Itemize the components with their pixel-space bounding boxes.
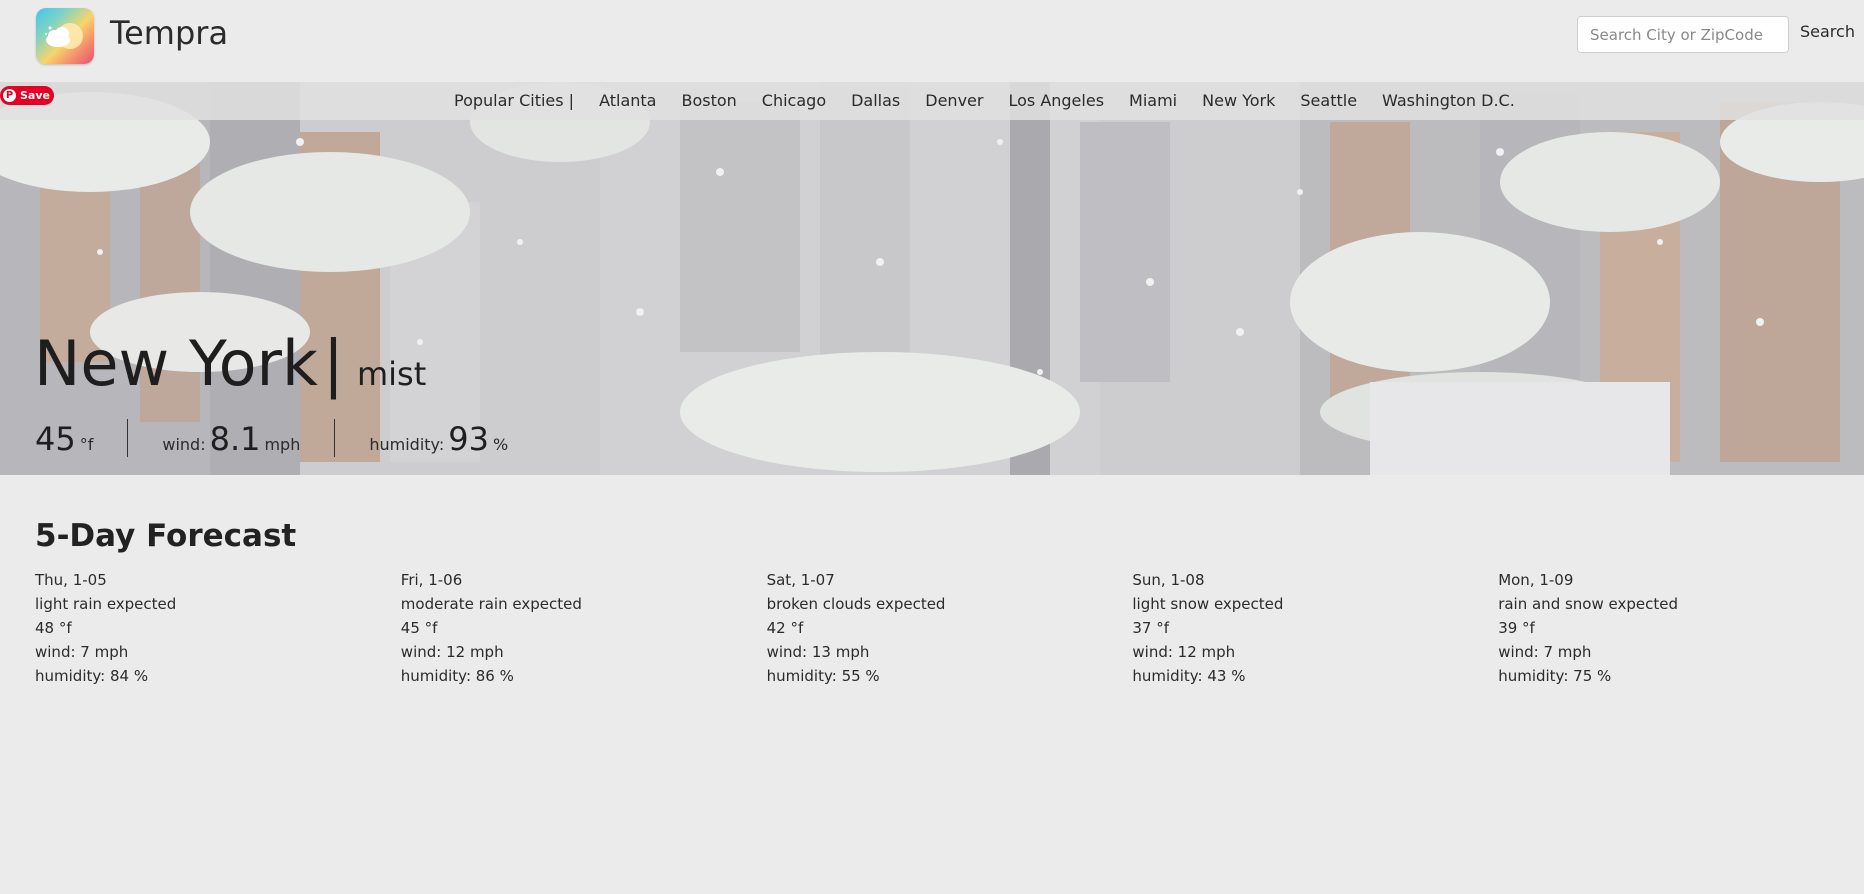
temperature-value: 45 <box>35 420 76 458</box>
wind-label: wind: <box>162 435 206 454</box>
forecast-day: Sun, 1-08 light snow expected 37 °f wind… <box>1132 568 1498 688</box>
forecast-humidity: humidity: 55 % <box>766 667 880 685</box>
forecast-grid: Thu, 1-05 light rain expected 48 °f wind… <box>35 568 1864 688</box>
current-humidity: humidity: 93 % <box>365 420 512 458</box>
humidity-label: humidity: <box>369 435 445 454</box>
popular-cities-nav: Popular Cities | Atlanta Boston Chicago … <box>0 82 1864 120</box>
forecast-date: Fri, 1-06 <box>400 571 463 589</box>
stat-divider <box>127 419 129 457</box>
forecast-title: 5-Day Forecast <box>35 518 297 554</box>
forecast-wind: wind: 7 mph <box>35 643 129 661</box>
forecast-humidity: humidity: 84 % <box>35 667 149 685</box>
nav-city-chicago[interactable]: Chicago <box>762 91 826 110</box>
forecast-wind: wind: 7 mph <box>1498 643 1592 661</box>
forecast-description: moderate rain expected <box>400 595 582 613</box>
forecast-description: rain and snow expected <box>1498 595 1678 613</box>
forecast-date: Thu, 1-05 <box>35 571 107 589</box>
forecast-description: broken clouds expected <box>766 595 946 613</box>
nav-city-new-york[interactable]: New York <box>1202 91 1275 110</box>
forecast-description: light snow expected <box>1132 595 1284 613</box>
nav-city-los-angeles[interactable]: Los Angeles <box>1008 91 1104 110</box>
forecast-day: Sat, 1-07 broken clouds expected 42 °f w… <box>767 568 1133 688</box>
forecast-day: Fri, 1-06 moderate rain expected 45 °f w… <box>401 568 767 688</box>
current-stats: 45 °f wind: 8.1 mph humidity: 93 % <box>35 418 512 458</box>
humidity-value: 93 <box>448 420 489 458</box>
forecast-temperature: 39 °f <box>1498 619 1535 637</box>
wind-unit: mph <box>264 435 301 454</box>
forecast-day: Thu, 1-05 light rain expected 48 °f wind… <box>35 568 401 688</box>
current-temperature: 45 °f <box>35 420 97 458</box>
current-city-heading: New York | mist <box>34 327 426 400</box>
pinterest-save-button[interactable]: P Save <box>0 86 54 105</box>
nav-city-denver[interactable]: Denver <box>925 91 983 110</box>
site-header: Tempra Search <box>0 0 1864 82</box>
sun-cloud-logo-icon[interactable] <box>36 8 94 64</box>
forecast-temperature: 48 °f <box>35 619 72 637</box>
city-name: New York <box>34 327 318 400</box>
forecast-humidity: humidity: 43 % <box>1132 667 1246 685</box>
nav-city-dallas[interactable]: Dallas <box>851 91 900 110</box>
forecast-day: Mon, 1-09 rain and snow expected 39 °f w… <box>1498 568 1864 688</box>
search-input[interactable] <box>1577 16 1789 53</box>
nav-city-washington-dc[interactable]: Washington D.C. <box>1382 91 1515 110</box>
temperature-unit: °f <box>79 435 94 454</box>
nav-city-atlanta[interactable]: Atlanta <box>599 91 656 110</box>
forecast-wind: wind: 13 mph <box>766 643 870 661</box>
forecast-description: light rain expected <box>35 595 177 613</box>
wind-value: 8.1 <box>209 420 261 458</box>
nav-city-seattle[interactable]: Seattle <box>1300 91 1357 110</box>
current-wind: wind: 8.1 mph <box>158 420 304 458</box>
forecast-temperature: 42 °f <box>766 619 804 637</box>
stat-divider <box>334 419 336 457</box>
forecast-wind: wind: 12 mph <box>1132 643 1236 661</box>
forecast-date: Sat, 1-07 <box>766 571 835 589</box>
forecast-date: Sun, 1-08 <box>1132 571 1205 589</box>
forecast-wind: wind: 12 mph <box>400 643 504 661</box>
forecast-date: Mon, 1-09 <box>1498 571 1574 589</box>
pinterest-icon: P <box>3 89 16 102</box>
pinterest-save-label: Save <box>20 89 50 102</box>
brand-name[interactable]: Tempra <box>110 14 228 52</box>
current-condition: mist <box>356 355 427 393</box>
forecast-temperature: 37 °f <box>1132 619 1170 637</box>
forecast-humidity: humidity: 86 % <box>400 667 514 685</box>
popular-cities-label: Popular Cities | <box>454 91 575 110</box>
forecast-temperature: 45 °f <box>400 619 438 637</box>
nav-city-boston[interactable]: Boston <box>681 91 736 110</box>
humidity-unit: % <box>492 435 509 454</box>
forecast-humidity: humidity: 75 % <box>1498 667 1612 685</box>
nav-city-miami[interactable]: Miami <box>1129 91 1177 110</box>
search-button[interactable]: Search <box>1800 22 1855 41</box>
hero-banner: Popular Cities | Atlanta Boston Chicago … <box>0 82 1864 475</box>
city-separator: | <box>323 327 344 400</box>
